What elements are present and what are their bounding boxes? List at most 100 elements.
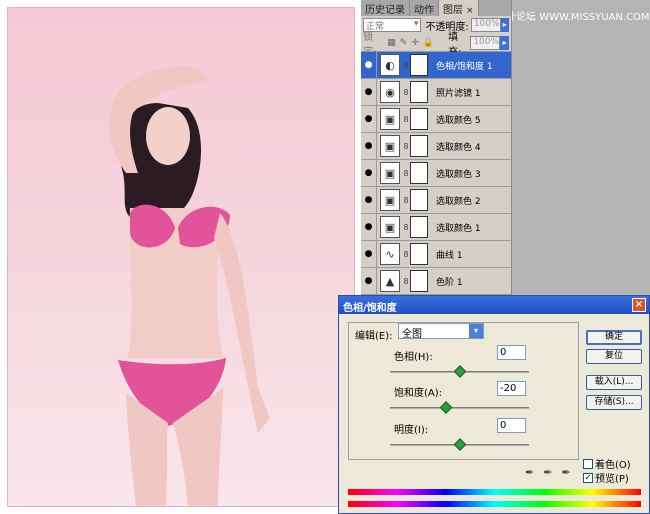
layer-row[interactable]: ● ▲ 8 色阶 1	[361, 267, 511, 295]
layer-name: 选取颜色 2	[436, 196, 481, 207]
reset-button[interactable]: 复位	[586, 349, 642, 364]
selective-color-icon: ▣	[380, 162, 400, 184]
eyedropper-plus-icon[interactable]: ✒	[543, 466, 552, 479]
curves-icon: ∿	[380, 243, 400, 265]
eye-icon[interactable]: ●	[361, 267, 377, 295]
layer-mask[interactable]	[410, 189, 428, 211]
layer-name: 选取颜色 3	[436, 169, 481, 180]
saturation-label: 饱和度(A):	[394, 388, 443, 399]
link-icon: 8	[403, 222, 409, 232]
hue-slider[interactable]	[390, 365, 529, 378]
layer-mask[interactable]	[410, 108, 428, 130]
selective-color-icon: ▣	[380, 216, 400, 238]
layer-mask[interactable]	[410, 54, 428, 76]
preview-box[interactable]: ✓	[583, 472, 593, 483]
panel-tabs: 历史记录 动作 图层 ×	[361, 0, 511, 16]
preview-checkbox[interactable]: ✓ 预览(P)	[583, 470, 629, 485]
layer-name: 色阶 1	[436, 277, 463, 288]
layer-row[interactable]: ● ▣ 8 选取颜色 4	[361, 132, 511, 160]
lock-move-icon[interactable]: ✛	[411, 38, 419, 48]
model-photo	[109, 66, 270, 506]
eye-icon[interactable]: ●	[361, 51, 377, 79]
lock-brush-icon[interactable]: ✎	[400, 38, 408, 48]
layer-row[interactable]: ● ▣ 8 选取颜色 5	[361, 105, 511, 133]
tab-layers[interactable]: 图层 ×	[439, 0, 479, 16]
edit-select[interactable]: 全图 ▾	[398, 323, 484, 340]
link-icon: 8	[403, 276, 409, 286]
eye-icon[interactable]: ●	[361, 186, 377, 214]
fill-arrow-button[interactable]: ▸	[500, 35, 509, 50]
input-color-bar	[348, 489, 641, 495]
layer-mask[interactable]	[410, 81, 428, 103]
dialog-title[interactable]: 色相/饱和度 ×	[339, 296, 649, 314]
output-color-bar	[348, 501, 641, 507]
hue-label: 色相(H):	[394, 352, 433, 363]
layer-name: 选取颜色 4	[436, 142, 481, 153]
lightness-field[interactable]: 0	[497, 418, 526, 433]
layers-panel: 历史记录 动作 图层× 正常▾ 不透明度: 100% ▸ 锁定: ▦ ✎ ✛ 🔒…	[361, 0, 512, 296]
eye-icon[interactable]: ●	[361, 159, 377, 187]
filter-icon: ◉	[380, 81, 400, 103]
layer-name: 色相/饱和度 1	[436, 61, 493, 72]
selective-color-icon: ▣	[380, 135, 400, 157]
photo-canvas	[7, 7, 355, 507]
layer-mask[interactable]	[410, 162, 428, 184]
layer-row[interactable]: ● ▣ 8 选取颜色 1	[361, 213, 511, 241]
layer-row[interactable]: ● ◉ 8 照片滤镜 1	[361, 78, 511, 106]
chevron-down-icon: ▾	[469, 324, 483, 338]
tab-actions[interactable]: 动作	[410, 0, 439, 16]
eye-icon[interactable]: ●	[361, 132, 377, 160]
eye-icon[interactable]: ●	[361, 240, 377, 268]
layer-row[interactable]: ● ▣ 8 选取颜色 2	[361, 186, 511, 214]
layer-row[interactable]: ● ∿ 8 曲线 1	[361, 240, 511, 268]
load-button[interactable]: 载入(L)...	[586, 375, 642, 390]
close-icon[interactable]: ×	[466, 6, 474, 16]
save-button[interactable]: 存储(S)...	[586, 395, 642, 410]
layer-mask[interactable]	[410, 216, 428, 238]
layer-name: 照片滤镜 1	[436, 88, 481, 99]
layer-mask[interactable]	[410, 270, 428, 292]
saturation-field[interactable]: -20	[497, 381, 526, 396]
colorize-checkbox[interactable]: 着色(O)	[583, 456, 631, 471]
layer-name: 曲线 1	[436, 250, 463, 261]
eye-icon[interactable]: ●	[361, 105, 377, 133]
close-icon[interactable]: ×	[632, 298, 646, 312]
link-icon: 8	[403, 168, 409, 178]
selective-color-icon: ▣	[380, 189, 400, 211]
lightness-label: 明度(I):	[394, 425, 429, 436]
layer-row[interactable]: ● ▣ 8 选取颜色 3	[361, 159, 511, 187]
layer-row[interactable]: ● ◐ 8 色相/饱和度 1	[361, 51, 511, 79]
opacity-field[interactable]: 100%	[470, 18, 501, 32]
eye-icon[interactable]: ●	[361, 213, 377, 241]
chevron-down-icon: ▾	[413, 19, 419, 29]
tab-history[interactable]: 历史记录	[361, 0, 410, 16]
eyedropper-minus-icon[interactable]: ✒	[561, 466, 570, 479]
lightness-slider[interactable]	[390, 438, 529, 451]
link-icon: 8	[403, 249, 409, 259]
layer-name: 选取颜色 5	[436, 115, 481, 126]
hue-icon: ◐	[380, 54, 400, 76]
link-icon: 8	[403, 195, 409, 205]
hue-field[interactable]: 0	[497, 345, 526, 360]
lock-all-icon[interactable]: 🔒	[423, 38, 434, 48]
ok-button[interactable]: 确定	[586, 330, 642, 345]
adjustment-group	[348, 322, 579, 460]
edit-label: 编辑(E):	[355, 331, 393, 342]
eye-icon[interactable]: ●	[361, 78, 377, 106]
link-icon: 8	[403, 141, 409, 151]
fill-field[interactable]: 100%	[470, 35, 501, 50]
opacity-arrow-button[interactable]: ▸	[500, 18, 509, 32]
eyedropper-icon[interactable]: ✒	[525, 466, 534, 479]
lock-transparent-icon[interactable]: ▦	[387, 38, 396, 48]
selective-color-icon: ▣	[380, 108, 400, 130]
colorize-box[interactable]	[583, 458, 593, 469]
levels-icon: ▲	[380, 270, 400, 292]
link-icon: 8	[403, 87, 409, 97]
workspace-background	[512, 0, 650, 296]
layer-name: 选取颜色 1	[436, 223, 481, 234]
layer-mask[interactable]	[410, 243, 428, 265]
saturation-slider[interactable]	[390, 401, 529, 414]
link-icon: 8	[403, 114, 409, 124]
layer-mask[interactable]	[410, 135, 428, 157]
link-icon: 8	[403, 60, 409, 70]
